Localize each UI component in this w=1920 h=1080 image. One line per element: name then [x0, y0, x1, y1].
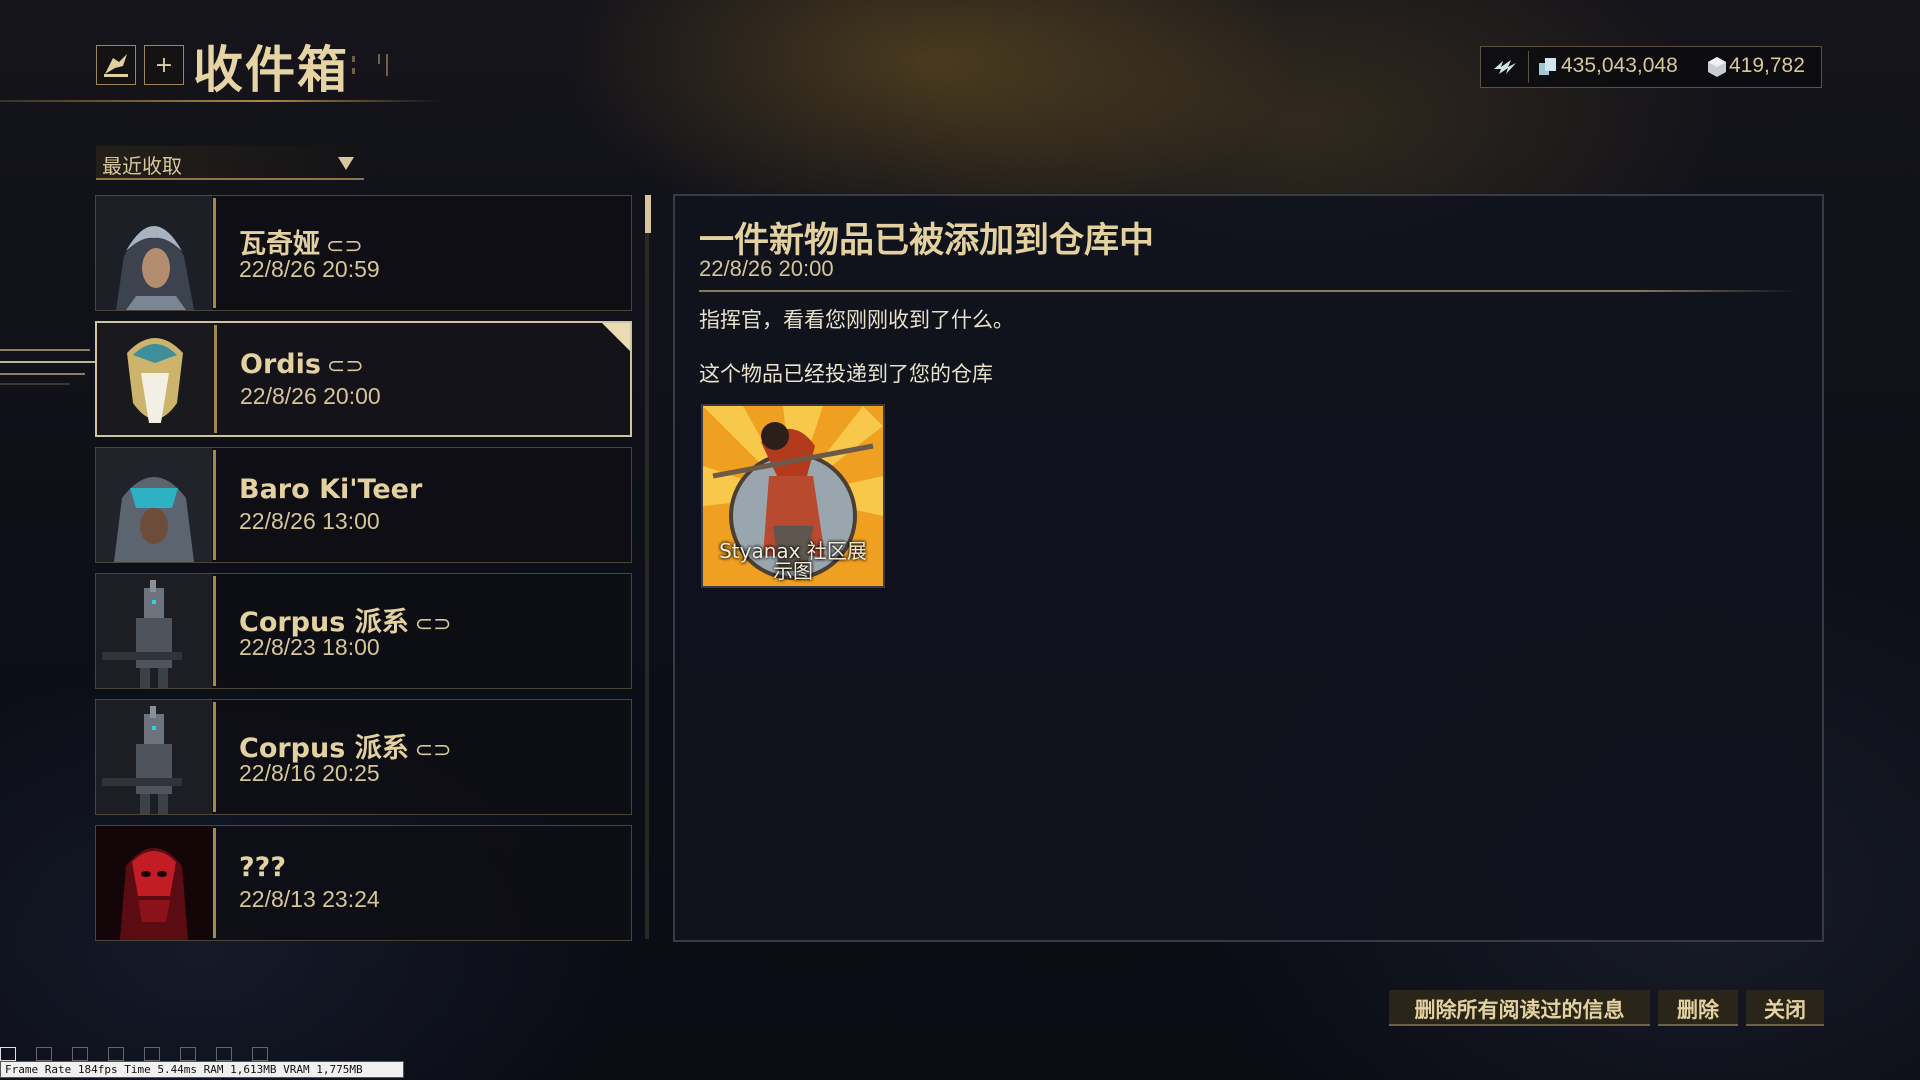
unread-flag-icon: [602, 323, 630, 351]
credits-value: 435,043,048: [1561, 54, 1678, 77]
credits-icon: [1539, 58, 1556, 75]
currency-display: 435,043,048 419,782: [1480, 46, 1822, 88]
debug-tool-icon[interactable]: [36, 1047, 52, 1061]
emblem-icon: [104, 54, 128, 77]
message-body-line: 这个物品已经投递到了您的仓库: [699, 362, 993, 386]
vaykor-icon: [96, 196, 212, 310]
message-body-line: 指挥官，看看您刚刚收到了什么。: [699, 308, 1014, 332]
debug-tool-icon[interactable]: [252, 1047, 268, 1061]
sender-name: Ordis: [240, 349, 321, 380]
item-divider: [214, 325, 217, 433]
mail-date: 22/8/26 13:00: [239, 508, 380, 534]
paperclip-icon: ⊂⊃: [414, 612, 452, 637]
platinum-icon: [1708, 57, 1726, 77]
sort-selected: 最近收取: [102, 154, 182, 178]
title-decoration-icon: [352, 54, 388, 76]
sender-name: Baro Ki'Teer: [239, 474, 423, 505]
attachment-label: Styanax 社区展 示图: [703, 541, 883, 581]
add-button[interactable]: +: [144, 45, 184, 85]
add-label: +: [154, 52, 174, 78]
sender-row: ???: [239, 852, 286, 883]
sender-row: Baro Ki'Teer: [239, 474, 422, 505]
sort-dropdown[interactable]: 最近收取: [96, 146, 364, 180]
paperclip-icon: ⊂⊃: [326, 354, 364, 379]
avatar: [96, 700, 212, 814]
avatar: [96, 196, 212, 310]
mail-date: 22/8/26 20:59: [239, 256, 380, 282]
list-scrollbar-thumb[interactable]: [645, 195, 651, 233]
avatar: [96, 826, 212, 940]
syndicate-icon: [1494, 60, 1516, 74]
sender-row: Ordis ⊂⊃: [240, 349, 364, 380]
debug-tool-icon[interactable]: [108, 1047, 124, 1061]
stalker-icon: [96, 826, 212, 940]
mail-date: 22/8/13 23:24: [239, 886, 380, 912]
debug-tool-icon[interactable]: [144, 1047, 160, 1061]
list-item[interactable]: Ordis ⊂⊃ 22/8/26 20:00: [95, 321, 632, 437]
corpus-soldier-icon: [96, 574, 212, 688]
item-divider: [213, 576, 216, 686]
debug-tool-icon[interactable]: [72, 1047, 88, 1061]
platinum-value: 419,782: [1729, 54, 1805, 77]
ordis-icon: [97, 323, 213, 435]
list-scrollbar[interactable]: [645, 195, 649, 939]
sender-name: ???: [239, 852, 286, 883]
avatar: [96, 448, 212, 562]
mail-date: 22/8/26 20:00: [240, 383, 381, 409]
page-title: 收件箱: [193, 41, 349, 99]
debug-tool-icon[interactable]: [0, 1047, 16, 1061]
debug-tool-icon[interactable]: [180, 1047, 196, 1061]
item-divider: [213, 198, 216, 308]
attachment-label-line: 示图: [773, 559, 813, 583]
inbox-list: 瓦奇娅 ⊂⊃ 22/8/26 20:59 Ordis ⊂⊃ 22/8/26 20:0…: [95, 195, 632, 951]
avatar: [96, 574, 212, 688]
baro-icon: [96, 448, 212, 562]
profile-emblem-button[interactable]: [96, 45, 136, 85]
item-divider: [213, 450, 216, 560]
list-item[interactable]: Baro Ki'Teer 22/8/26 13:00: [95, 447, 632, 563]
item-divider: [213, 702, 216, 812]
delete-read-button[interactable]: 删除所有阅读过的信息: [1389, 990, 1650, 1026]
message-date: 22/8/26 20:00: [699, 256, 834, 281]
paperclip-icon: ⊂⊃: [414, 738, 452, 763]
mail-date: 22/8/16 20:25: [239, 760, 380, 786]
mail-date: 22/8/23 18:00: [239, 634, 380, 660]
attachment-label-line: Styanax 社区展: [719, 539, 867, 563]
header-divider: [0, 100, 440, 102]
list-item[interactable]: Corpus 派系 ⊂⊃ 22/8/16 20:25: [95, 699, 632, 815]
avatar: [97, 323, 213, 435]
selection-indicator: [0, 349, 95, 385]
corpus-soldier-icon: [96, 700, 212, 814]
performance-stats: Frame Rate 184fps Time 5.44ms RAM 1,613M…: [0, 1061, 404, 1078]
list-item[interactable]: 瓦奇娅 ⊂⊃ 22/8/26 20:59: [95, 195, 632, 311]
currency-separator: [1528, 51, 1529, 83]
delete-button[interactable]: 删除: [1658, 990, 1738, 1026]
chevron-down-icon: [338, 157, 354, 170]
item-divider: [213, 828, 216, 938]
debug-toolbar: [0, 1046, 288, 1062]
close-button[interactable]: 关闭: [1746, 990, 1824, 1026]
debug-tool-icon[interactable]: [216, 1047, 232, 1061]
message-panel: 一件新物品已被添加到仓库中 22/8/26 20:00 指挥官，看看您刚刚收到了…: [673, 194, 1824, 942]
list-item[interactable]: ??? 22/8/13 23:24: [95, 825, 632, 941]
list-item[interactable]: Corpus 派系 ⊂⊃ 22/8/23 18:00: [95, 573, 632, 689]
attachment-item[interactable]: Styanax 社区展 示图: [701, 404, 885, 588]
message-divider: [699, 290, 1799, 292]
